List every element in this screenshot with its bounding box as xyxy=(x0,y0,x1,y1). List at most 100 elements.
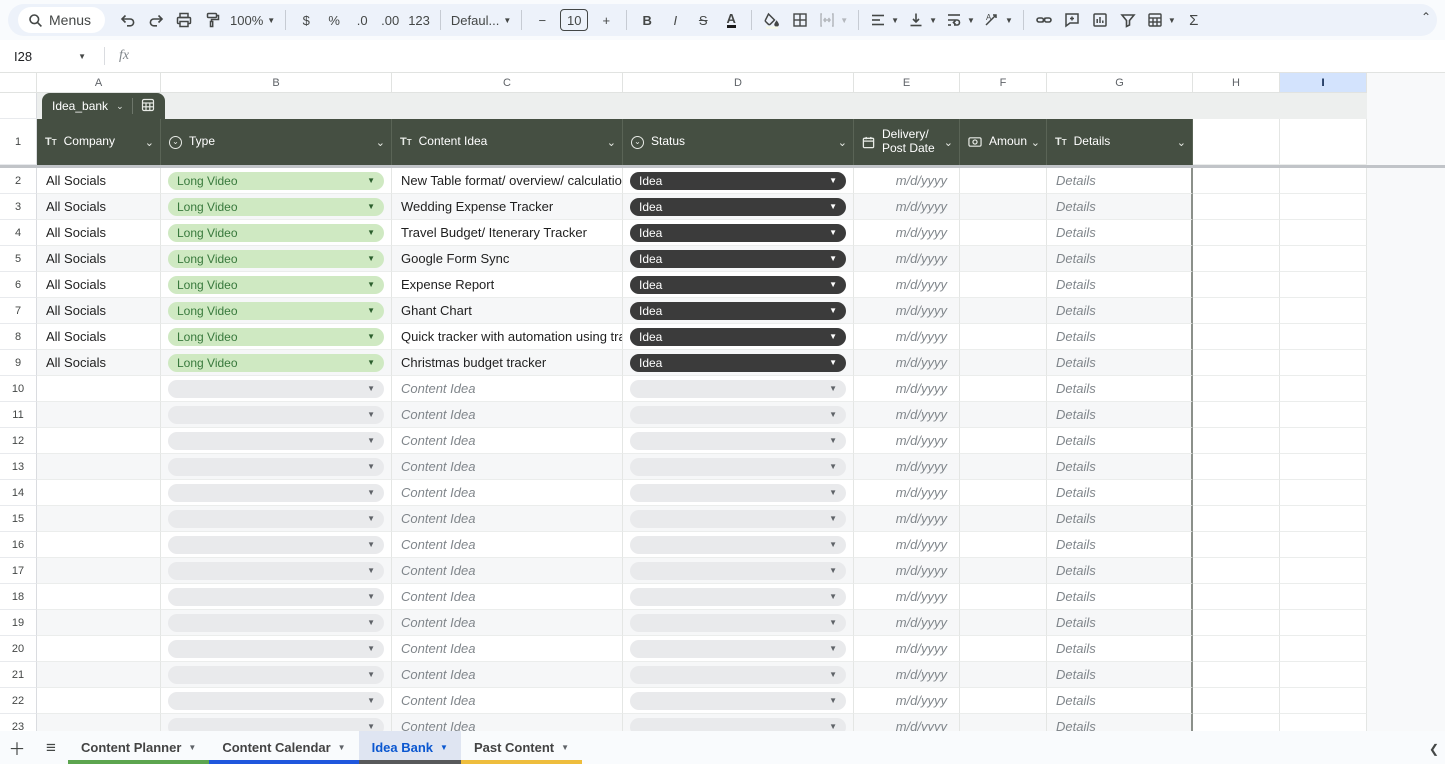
insert-chart-button[interactable] xyxy=(1087,7,1113,33)
paint-format-button[interactable] xyxy=(199,7,225,33)
status-cell[interactable]: Idea▼ xyxy=(623,324,854,350)
amount-cell[interactable] xyxy=(960,532,1047,558)
increase-decimals-button[interactable]: .00 xyxy=(377,7,403,33)
details-cell[interactable]: Details xyxy=(1047,324,1193,350)
type-cell[interactable]: Long Video▼ xyxy=(161,168,392,194)
delivery-date-cell[interactable]: m/d/yyyy xyxy=(854,194,960,220)
status-dropdown-chip[interactable]: ▼ xyxy=(630,562,846,580)
column-header-E[interactable]: E xyxy=(854,73,960,93)
row-header-17[interactable]: 17 xyxy=(0,558,37,584)
details-cell[interactable]: Details xyxy=(1047,220,1193,246)
type-dropdown-chip[interactable]: Long Video▼ xyxy=(168,302,384,320)
font-select[interactable]: Defaul...▼ xyxy=(448,7,514,33)
table-column-header-company[interactable]: TTCompany⌄ xyxy=(37,119,161,165)
status-cell[interactable]: ▼ xyxy=(623,376,854,402)
status-dropdown-chip[interactable]: ▼ xyxy=(630,666,846,684)
amount-cell[interactable] xyxy=(960,506,1047,532)
amount-cell[interactable] xyxy=(960,194,1047,220)
row-header-13[interactable]: 13 xyxy=(0,454,37,480)
status-cell[interactable]: Idea▼ xyxy=(623,350,854,376)
column-header-B[interactable]: B xyxy=(161,73,392,93)
status-dropdown-chip[interactable]: ▼ xyxy=(630,692,846,710)
status-dropdown-chip[interactable]: Idea▼ xyxy=(630,328,846,346)
type-cell[interactable]: Long Video▼ xyxy=(161,324,392,350)
type-dropdown-chip[interactable]: Long Video▼ xyxy=(168,328,384,346)
status-cell[interactable]: ▼ xyxy=(623,636,854,662)
chevron-down-icon[interactable]: ⌄ xyxy=(607,136,616,149)
type-dropdown-chip[interactable]: ▼ xyxy=(168,536,384,554)
company-cell[interactable]: All Socials xyxy=(37,298,161,324)
functions-button[interactable]: Σ xyxy=(1181,7,1207,33)
content-idea-cell[interactable]: Content Idea xyxy=(392,428,623,454)
status-dropdown-chip[interactable]: Idea▼ xyxy=(630,276,846,294)
column-header-C[interactable]: C xyxy=(392,73,623,93)
type-dropdown-chip[interactable]: Long Video▼ xyxy=(168,354,384,372)
content-idea-cell[interactable]: Content Idea xyxy=(392,402,623,428)
row-header-19[interactable]: 19 xyxy=(0,610,37,636)
status-dropdown-chip[interactable]: Idea▼ xyxy=(630,198,846,216)
table-options-icon[interactable] xyxy=(141,98,155,115)
status-cell[interactable]: ▼ xyxy=(623,402,854,428)
status-cell[interactable]: Idea▼ xyxy=(623,168,854,194)
status-cell[interactable]: ▼ xyxy=(623,714,854,731)
vertical-align-button[interactable]: ▼ xyxy=(904,7,940,33)
empty-cell[interactable] xyxy=(1193,194,1280,220)
type-dropdown-chip[interactable]: ▼ xyxy=(168,432,384,450)
delivery-date-cell[interactable]: m/d/yyyy xyxy=(854,636,960,662)
content-idea-cell[interactable]: Content Idea xyxy=(392,376,623,402)
chevron-down-icon[interactable]: ⌄ xyxy=(838,136,847,149)
strikethrough-button[interactable]: S xyxy=(690,7,716,33)
type-cell[interactable]: Long Video▼ xyxy=(161,298,392,324)
delivery-date-cell[interactable]: m/d/yyyy xyxy=(854,454,960,480)
type-dropdown-chip[interactable]: ▼ xyxy=(168,588,384,606)
empty-cell[interactable] xyxy=(1193,714,1280,731)
company-cell[interactable]: All Socials xyxy=(37,168,161,194)
empty-cell[interactable] xyxy=(1280,194,1367,220)
company-cell[interactable] xyxy=(37,636,161,662)
type-cell[interactable]: ▼ xyxy=(161,714,392,731)
empty-cell[interactable] xyxy=(1193,428,1280,454)
empty-cell[interactable] xyxy=(1193,168,1280,194)
horizontal-align-button[interactable]: ▼ xyxy=(866,7,902,33)
empty-cell[interactable] xyxy=(1193,272,1280,298)
content-idea-cell[interactable]: Google Form Sync xyxy=(392,246,623,272)
content-idea-cell[interactable]: Content Idea xyxy=(392,506,623,532)
amount-cell[interactable] xyxy=(960,662,1047,688)
row-header-3[interactable]: 3 xyxy=(0,194,37,220)
row-header-15[interactable]: 15 xyxy=(0,506,37,532)
format-percent-button[interactable]: % xyxy=(321,7,347,33)
type-cell[interactable]: ▼ xyxy=(161,688,392,714)
sheet-tab-content-calendar[interactable]: Content Calendar▼ xyxy=(209,731,358,764)
status-dropdown-chip[interactable]: ▼ xyxy=(630,536,846,554)
status-cell[interactable]: Idea▼ xyxy=(623,220,854,246)
details-cell[interactable]: Details xyxy=(1047,714,1193,731)
empty-cell[interactable] xyxy=(1193,324,1280,350)
type-dropdown-chip[interactable]: Long Video▼ xyxy=(168,198,384,216)
delivery-date-cell[interactable]: m/d/yyyy xyxy=(854,610,960,636)
type-dropdown-chip[interactable]: ▼ xyxy=(168,484,384,502)
redo-button[interactable] xyxy=(143,7,169,33)
status-cell[interactable]: ▼ xyxy=(623,610,854,636)
amount-cell[interactable] xyxy=(960,168,1047,194)
status-cell[interactable]: Idea▼ xyxy=(623,194,854,220)
print-button[interactable] xyxy=(171,7,197,33)
increase-font-size-button[interactable]: + xyxy=(593,7,619,33)
empty-cell[interactable] xyxy=(1193,376,1280,402)
empty-cell[interactable] xyxy=(1280,506,1367,532)
status-dropdown-chip[interactable]: ▼ xyxy=(630,640,846,658)
delivery-date-cell[interactable]: m/d/yyyy xyxy=(854,324,960,350)
hide-menus-icon[interactable]: ⌃ xyxy=(1421,10,1431,24)
empty-cell[interactable] xyxy=(1193,610,1280,636)
delivery-date-cell[interactable]: m/d/yyyy xyxy=(854,298,960,324)
content-idea-cell[interactable]: Wedding Expense Tracker xyxy=(392,194,623,220)
menus-search[interactable]: Menus xyxy=(18,7,105,33)
empty-cell[interactable] xyxy=(1280,636,1367,662)
amount-cell[interactable] xyxy=(960,402,1047,428)
amount-cell[interactable] xyxy=(960,220,1047,246)
status-dropdown-chip[interactable]: Idea▼ xyxy=(630,224,846,242)
row-header-12[interactable]: 12 xyxy=(0,428,37,454)
company-cell[interactable]: All Socials xyxy=(37,272,161,298)
type-cell[interactable]: Long Video▼ xyxy=(161,194,392,220)
details-cell[interactable]: Details xyxy=(1047,636,1193,662)
status-dropdown-chip[interactable]: ▼ xyxy=(630,588,846,606)
